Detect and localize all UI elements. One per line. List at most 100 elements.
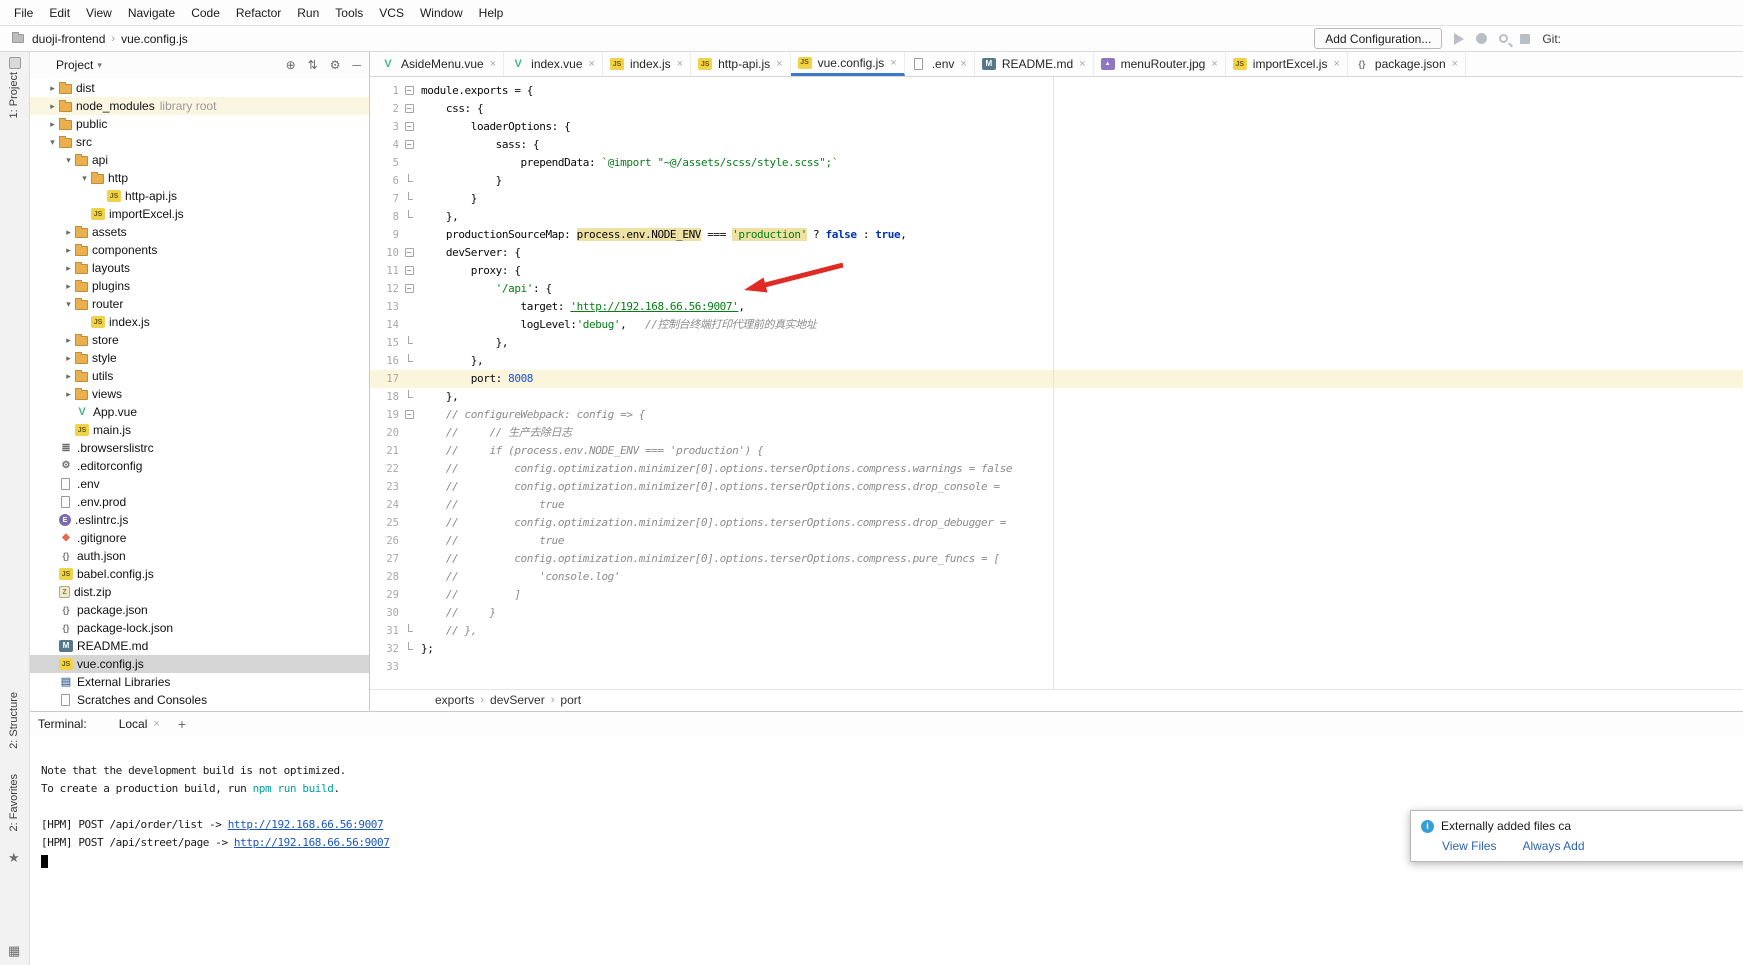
tree-item-style[interactable]: ▸style <box>30 349 369 367</box>
chevron-down-icon[interactable]: ▾ <box>62 299 75 310</box>
close-tab-icon[interactable]: × <box>1333 58 1339 70</box>
fold-gutter[interactable] <box>402 352 416 370</box>
chevron-right-icon[interactable]: ▸ <box>62 227 75 238</box>
chevron-right-icon[interactable]: ▸ <box>46 83 59 94</box>
close-tab-icon[interactable]: × <box>677 58 683 70</box>
fold-gutter[interactable]: − <box>402 280 416 298</box>
tree-item-src[interactable]: ▾src <box>30 133 369 151</box>
fold-gutter[interactable]: − <box>402 82 416 100</box>
chevron-right-icon[interactable]: ▸ <box>62 353 75 364</box>
chevron-right-icon[interactable]: ▸ <box>62 281 75 292</box>
close-tab-icon[interactable]: × <box>890 57 896 69</box>
fold-collapse-icon[interactable]: − <box>405 266 414 275</box>
tree-item-browserslistrc[interactable]: ≣.browserslistrc <box>30 439 369 457</box>
coverage-icon[interactable] <box>1499 34 1508 43</box>
tree-item-eslintrc-js[interactable]: E.eslintrc.js <box>30 511 369 529</box>
menu-item-edit[interactable]: Edit <box>41 0 78 26</box>
fold-collapse-icon[interactable]: − <box>405 140 414 149</box>
chevron-right-icon[interactable]: ▸ <box>62 335 75 346</box>
breadcrumb-devserver[interactable]: devServer <box>487 693 548 707</box>
tab-env[interactable]: .env× <box>905 52 975 76</box>
fold-collapse-icon[interactable]: − <box>405 104 414 113</box>
chevron-down-icon[interactable]: ▾ <box>62 155 75 166</box>
fold-gutter[interactable]: − <box>402 100 416 118</box>
close-tab-icon[interactable]: × <box>776 58 782 70</box>
fold-gutter[interactable] <box>402 640 416 658</box>
tree-item-node-modules[interactable]: ▸node_moduleslibrary root <box>30 97 369 115</box>
tree-item-vue-config-js[interactable]: JSvue.config.js <box>30 655 369 673</box>
menu-item-window[interactable]: Window <box>412 0 471 26</box>
fold-gutter[interactable] <box>402 334 416 352</box>
menu-item-code[interactable]: Code <box>183 0 228 26</box>
tool-windows-icon[interactable]: ▦ <box>8 943 20 959</box>
close-icon[interactable]: × <box>153 718 159 730</box>
fold-collapse-icon[interactable]: − <box>405 248 414 257</box>
tab-package-json[interactable]: {}package.json× <box>1348 52 1466 76</box>
chevron-right-icon[interactable]: ▸ <box>46 119 59 130</box>
tree-item-assets[interactable]: ▸assets <box>30 223 369 241</box>
close-tab-icon[interactable]: × <box>490 58 496 70</box>
close-tab-icon[interactable]: × <box>1079 58 1085 70</box>
close-tab-icon[interactable]: × <box>589 58 595 70</box>
tree-item-layouts[interactable]: ▸layouts <box>30 259 369 277</box>
chevron-right-icon[interactable]: ▸ <box>46 101 59 112</box>
tree-item-importexcel-js[interactable]: JSimportExcel.js <box>30 205 369 223</box>
stripe-structure-button[interactable]: 2: Structure <box>8 692 20 749</box>
tree-item-env-prod[interactable]: .env.prod <box>30 493 369 511</box>
tree-item-auth-json[interactable]: {}auth.json <box>30 547 369 565</box>
chevron-right-icon[interactable]: ▸ <box>62 245 75 256</box>
tree-item-env[interactable]: .env <box>30 475 369 493</box>
menu-item-navigate[interactable]: Navigate <box>120 0 183 26</box>
tree-item-views[interactable]: ▸views <box>30 385 369 403</box>
code-area[interactable]: 1−module.exports = {2− css: {3− loaderOp… <box>370 77 1743 689</box>
fold-collapse-icon[interactable]: − <box>405 284 414 293</box>
tree-item-babel-config-js[interactable]: JSbabel.config.js <box>30 565 369 583</box>
fold-gutter[interactable] <box>402 622 416 640</box>
tree-item-package-lock-json[interactable]: {}package-lock.json <box>30 619 369 637</box>
tab-vue-config-js[interactable]: JSvue.config.js× <box>791 52 905 76</box>
fold-gutter[interactable]: − <box>402 136 416 154</box>
stop-icon[interactable] <box>1520 34 1530 44</box>
breadcrumb-file[interactable]: vue.config.js <box>119 32 190 46</box>
fold-gutter[interactable] <box>402 190 416 208</box>
menu-item-run[interactable]: Run <box>289 0 327 26</box>
breadcrumb-port[interactable]: port <box>557 693 584 707</box>
tree-item-utils[interactable]: ▸utils <box>30 367 369 385</box>
debug-icon[interactable] <box>1476 33 1487 44</box>
tree-item-external-libraries[interactable]: ▤External Libraries <box>30 673 369 691</box>
close-tab-icon[interactable]: × <box>1452 58 1458 70</box>
notification-action-view-files[interactable]: View Files <box>1442 839 1496 853</box>
tab-index-js[interactable]: JSindex.js× <box>603 52 691 76</box>
tree-item-app-vue[interactable]: VApp.vue <box>30 403 369 421</box>
breadcrumb-exports[interactable]: exports <box>432 693 477 707</box>
tree-item-package-json[interactable]: {}package.json <box>30 601 369 619</box>
hide-panel-icon[interactable]: ─ <box>352 58 361 72</box>
tree-item-router[interactable]: ▾router <box>30 295 369 313</box>
star-icon[interactable]: ★ <box>8 850 20 866</box>
stripe-favorites-button[interactable]: 2: Favorites <box>8 774 20 831</box>
close-tab-icon[interactable]: × <box>960 58 966 70</box>
stripe-project-button[interactable]: 1: Project <box>8 72 20 118</box>
tree-item-components[interactable]: ▸components <box>30 241 369 259</box>
fold-gutter[interactable]: − <box>402 406 416 424</box>
tree-item-http-api-js[interactable]: JShttp-api.js <box>30 187 369 205</box>
tab-importexcel-js[interactable]: JSimportExcel.js× <box>1226 52 1348 76</box>
run-icon[interactable] <box>1454 33 1464 45</box>
project-panel-title[interactable]: Project ▾ <box>56 58 102 72</box>
tab-index-vue[interactable]: Vindex.vue× <box>504 52 603 76</box>
fold-gutter[interactable]: − <box>402 118 416 136</box>
menu-item-refactor[interactable]: Refactor <box>228 0 289 26</box>
menu-item-vcs[interactable]: VCS <box>371 0 412 26</box>
git-label[interactable]: Git: <box>1542 32 1561 46</box>
menu-item-tools[interactable]: Tools <box>327 0 371 26</box>
fold-gutter[interactable]: − <box>402 244 416 262</box>
chevron-down-icon[interactable]: ▾ <box>78 173 91 184</box>
notification-action-always-add[interactable]: Always Add <box>1522 839 1584 853</box>
tree-item-store[interactable]: ▸store <box>30 331 369 349</box>
tree-item-main-js[interactable]: JSmain.js <box>30 421 369 439</box>
tab-menurouter-jpg[interactable]: ▲menuRouter.jpg× <box>1094 52 1226 76</box>
chevron-right-icon[interactable]: ▸ <box>62 389 75 400</box>
tree-item-scratches-and-consoles[interactable]: Scratches and Consoles <box>30 691 369 709</box>
tree-item-api[interactable]: ▾api <box>30 151 369 169</box>
fold-gutter[interactable] <box>402 208 416 226</box>
